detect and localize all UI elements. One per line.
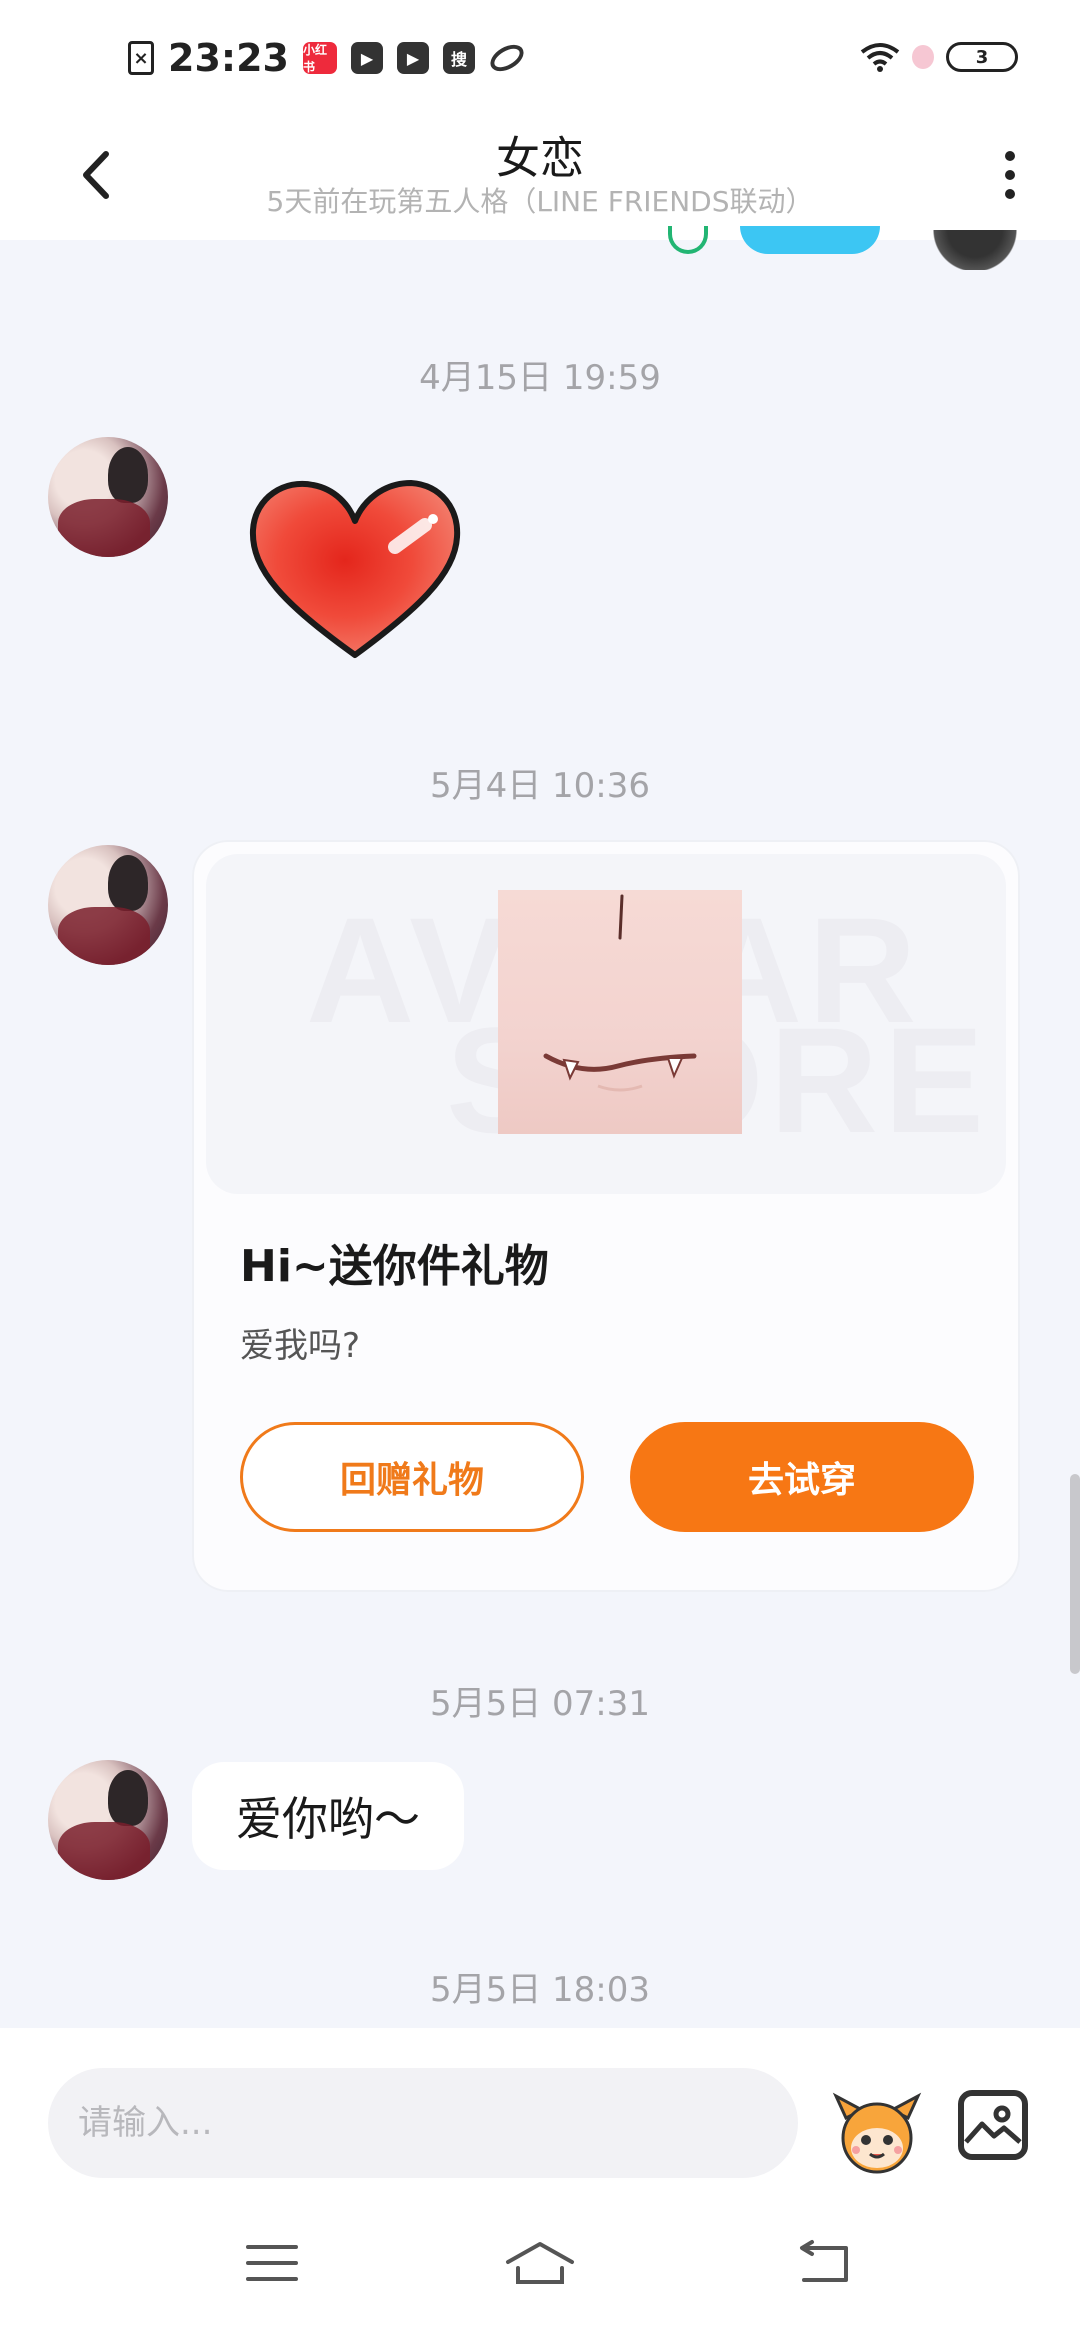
gift-banner: AVATAR STORE xyxy=(206,854,1006,1194)
input-bar xyxy=(0,2028,1080,2178)
timestamp: 5月5日 18:03 xyxy=(429,1970,651,2010)
timestamp: 5月5日 07:31 xyxy=(429,1684,651,1724)
avatar[interactable] xyxy=(48,1760,168,1880)
status-right: 3 xyxy=(860,42,1018,72)
timestamp: 5月4日 10:36 xyxy=(429,766,651,806)
play-icon: ▶ xyxy=(350,42,383,74)
gift-item-preview[interactable] xyxy=(498,890,742,1134)
gift-title: Hi~送你件礼物 xyxy=(240,1241,549,1292)
status-bar: × 23:23 小红书 ▶ ▶ 搜 3 xyxy=(0,0,1080,110)
home-icon xyxy=(506,2242,574,2284)
system-nav-bar xyxy=(0,2178,1080,2340)
gift-description: 爱我吗? xyxy=(240,1326,361,1366)
message-input[interactable] xyxy=(48,2068,798,2178)
menu-icon xyxy=(246,2245,298,2281)
try-on-button[interactable]: 去试穿 xyxy=(630,1422,974,1532)
status-time: 23:23 xyxy=(168,36,289,80)
mascot-emoji-icon[interactable] xyxy=(832,2088,922,2178)
leaf-icon xyxy=(485,39,529,77)
more-dot xyxy=(1005,189,1015,199)
gift-card[interactable]: AVATAR STORE Hi~送你件礼物 爱我吗? 回赠礼物 去试穿 xyxy=(192,840,1020,1592)
back-nav-button[interactable] xyxy=(784,2228,864,2298)
search-app-icon: 搜 xyxy=(442,42,475,74)
more-vertical-icon xyxy=(1005,151,1015,161)
sim-icon: × xyxy=(128,41,154,75)
chat-header: 女恋 5天前在玩第五人格（LINE FRIENDS联动） xyxy=(0,110,1080,240)
menu-button[interactable] xyxy=(232,2228,312,2298)
peek-green-shape xyxy=(668,226,708,254)
image-button[interactable] xyxy=(958,2090,1028,2160)
peach-icon xyxy=(912,45,934,69)
chat-subtitle: 5天前在玩第五人格（LINE FRIENDS联动） xyxy=(266,185,814,218)
heart-sticker[interactable] xyxy=(245,475,465,665)
more-dot xyxy=(1005,170,1015,180)
peek-avatar xyxy=(920,230,1030,270)
scrollbar[interactable] xyxy=(1070,1474,1080,1674)
peek-blue-button xyxy=(740,226,880,254)
avatar[interactable] xyxy=(48,845,168,965)
status-left: × 23:23 小红书 ▶ ▶ 搜 xyxy=(128,36,529,80)
avatar[interactable] xyxy=(48,437,168,557)
more-button[interactable] xyxy=(990,140,1030,210)
return-gift-button[interactable]: 回赠礼物 xyxy=(240,1422,584,1532)
image-icon xyxy=(964,2105,1022,2144)
fang-mouth-icon xyxy=(543,894,697,1092)
xiaohongshu-icon: 小红书 xyxy=(302,42,337,74)
play-icon-2: ▶ xyxy=(396,42,429,74)
message-bubble[interactable]: 爱你哟～ xyxy=(192,1762,464,1870)
wifi-icon xyxy=(860,43,900,72)
back-nav-icon xyxy=(800,2240,848,2282)
timestamp: 4月15日 19:59 xyxy=(419,358,661,398)
chat-title: 女恋 xyxy=(496,133,584,184)
battery-indicator: 3 xyxy=(946,42,1018,72)
home-button[interactable] xyxy=(500,2228,580,2298)
